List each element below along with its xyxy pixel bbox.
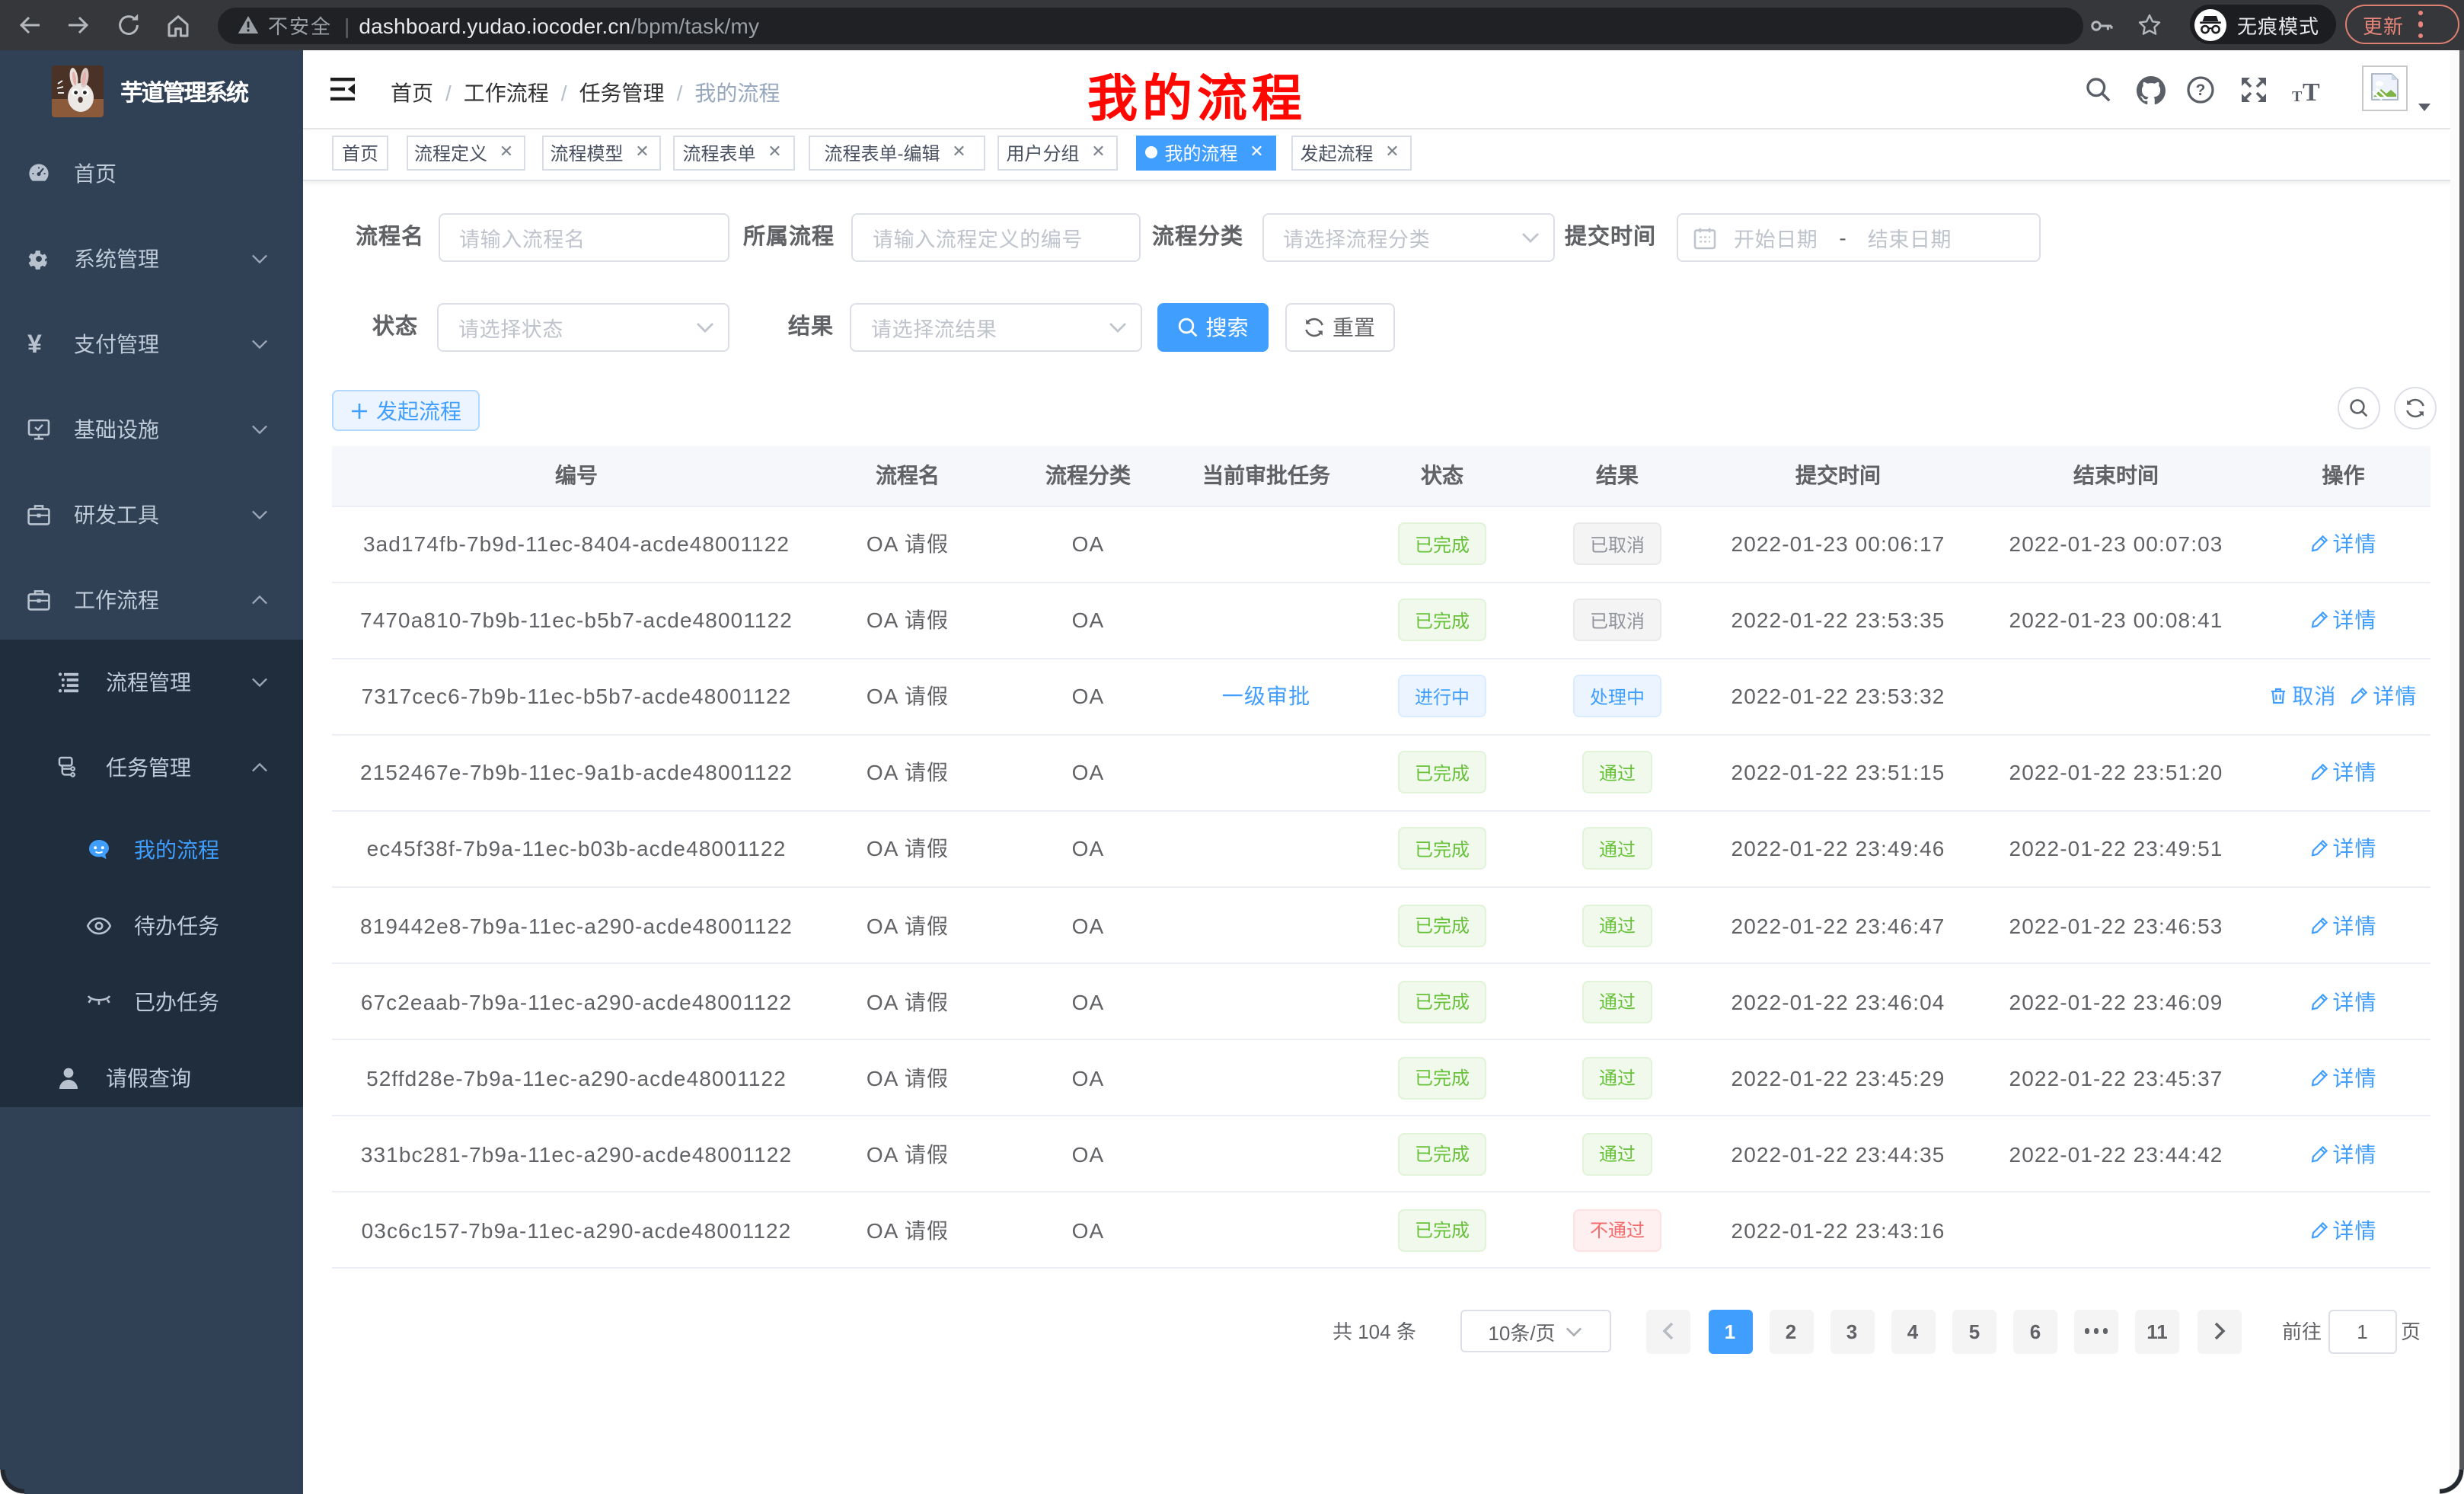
svg-text:T: T bbox=[2291, 88, 2302, 104]
svg-text:?: ? bbox=[2196, 81, 2206, 99]
svg-text:T: T bbox=[2302, 78, 2319, 104]
